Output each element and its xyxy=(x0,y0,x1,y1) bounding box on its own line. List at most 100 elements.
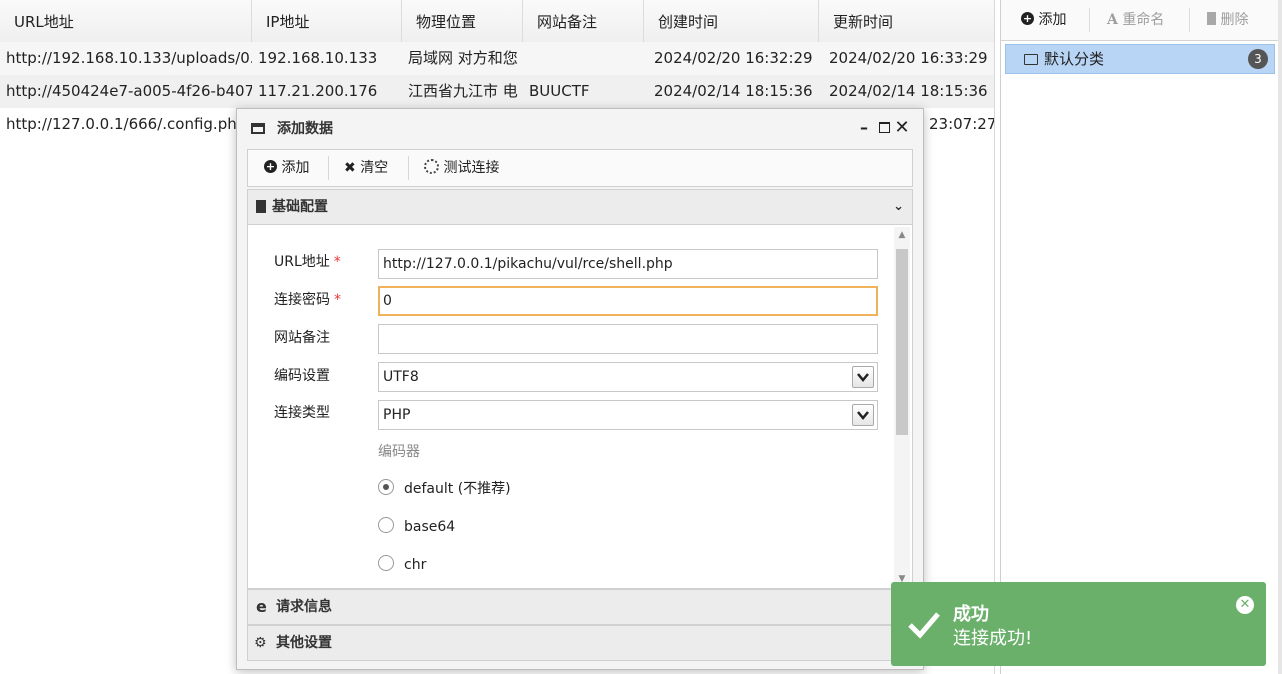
font-icon: A xyxy=(1107,12,1118,28)
column-header-created[interactable]: 创建时间 xyxy=(644,0,819,42)
chevron-down-icon[interactable] xyxy=(852,404,874,426)
toolbar-divider xyxy=(328,156,329,180)
plus-circle-icon: + xyxy=(264,159,277,173)
chevron-down-icon[interactable] xyxy=(852,366,874,388)
cell-location: 局域网 对方和您 xyxy=(408,49,518,67)
table-row[interactable]: http://450424e7-a005-4f26-b407- 117.21.2… xyxy=(0,75,994,108)
encoder-option-base64[interactable]: base64 xyxy=(378,515,455,539)
plus-circle-icon: + xyxy=(1021,11,1034,25)
password-label: 连接密码 * xyxy=(274,285,341,315)
cell-created: 2024/02/14 18:15:36 xyxy=(654,82,813,100)
cell-location: 江西省九江市 电 xyxy=(408,82,518,100)
column-header-ip[interactable]: IP地址 xyxy=(252,0,402,42)
encoder-option-label: chr xyxy=(404,557,427,573)
form-scrollbar[interactable]: ▲ ▼ xyxy=(894,227,910,585)
encoder-option-chr[interactable]: chr xyxy=(378,553,426,577)
cell-ip: 117.21.200.176 xyxy=(258,82,378,100)
cell-created: 2024/02/20 16:32:29 xyxy=(654,49,813,67)
category-rename-label: 重命名 xyxy=(1122,12,1165,28)
cell-ip: 192.168.10.133 xyxy=(258,49,378,67)
category-delete-label: 删除 xyxy=(1220,12,1249,28)
section-basic-config[interactable]: 基础配置 ⌄ xyxy=(247,189,913,225)
clear-button-label: 清空 xyxy=(360,160,389,176)
toolbar-divider xyxy=(1189,8,1190,32)
success-toast: 成功 连接成功! ✕ xyxy=(891,582,1266,666)
toast-message: 连接成功! xyxy=(953,628,1033,649)
cell-updated: 2024/02/14 18:15:36 xyxy=(829,82,988,100)
radio-icon[interactable] xyxy=(378,555,394,571)
category-rename-button[interactable]: A 重命名 xyxy=(1107,0,1164,40)
dialog-title: 添加数据 xyxy=(277,121,333,137)
category-count-badge: 3 xyxy=(1248,49,1268,69)
cell-url: http://127.0.0.1/666/.config.php xyxy=(6,115,247,133)
column-header-url[interactable]: URL地址 xyxy=(0,0,252,42)
section-request-label: 请求信息 xyxy=(276,599,332,615)
window-icon xyxy=(251,123,265,134)
clear-button[interactable]: ✖ 清空 xyxy=(344,150,388,186)
toolbar-divider xyxy=(1089,8,1090,32)
toolbar-divider xyxy=(408,156,409,180)
url-field[interactable] xyxy=(378,249,878,279)
password-field[interactable] xyxy=(378,286,878,316)
scrollbar-thumb[interactable] xyxy=(896,249,908,435)
maximize-icon[interactable] xyxy=(875,119,893,137)
basic-config-body: URL地址* 连接密码* 网站备注 编码设置 UTF8 连接类型 PHP 编码器… xyxy=(247,225,913,589)
scroll-up-icon[interactable]: ▲ xyxy=(896,229,908,241)
page-scrollbar[interactable] xyxy=(1278,0,1282,674)
close-icon[interactable]: ✕ xyxy=(1236,596,1254,614)
encoding-select[interactable]: UTF8 xyxy=(378,362,878,392)
encoder-option-label: base64 xyxy=(404,519,456,535)
column-header-updated[interactable]: 更新时间 xyxy=(819,0,994,42)
url-label: URL地址 * xyxy=(274,247,341,277)
section-request-info[interactable]: e 请求信息 xyxy=(247,589,913,625)
folder-icon xyxy=(1024,54,1038,65)
encoder-option-default[interactable]: default (不推荐) xyxy=(378,477,511,501)
dialog-titlebar[interactable]: 添加数据 – ✕ xyxy=(237,109,923,149)
test-connection-label: 测试连接 xyxy=(443,160,500,176)
minimize-icon[interactable]: – xyxy=(855,119,873,137)
note-label: 网站备注 xyxy=(274,330,330,346)
cell-url: http://192.168.10.133/uploads/0.php xyxy=(6,49,252,67)
radio-icon[interactable] xyxy=(378,517,394,533)
encoder-label: 编码器 xyxy=(378,444,420,460)
add-button[interactable]: + 添加 xyxy=(264,150,309,186)
x-icon: ✖ xyxy=(344,160,356,176)
section-other-settings[interactable]: ⚙ 其他设置 xyxy=(247,625,913,661)
category-delete-button[interactable]: 删除 xyxy=(1207,0,1248,40)
radio-selected-icon[interactable] xyxy=(378,479,394,495)
check-icon xyxy=(908,612,940,639)
cell-note xyxy=(523,42,644,75)
category-add-label: 添加 xyxy=(1038,12,1067,28)
chevron-down-icon: ⌄ xyxy=(893,199,904,214)
password-label-text: 连接密码 xyxy=(274,292,330,308)
cell-note: BUUCTF xyxy=(529,82,590,100)
cell-updated: 2024/02/20 16:33:29 xyxy=(829,49,988,67)
type-select[interactable]: PHP xyxy=(378,400,878,430)
test-connection-button[interactable]: 测试连接 xyxy=(424,150,499,186)
close-icon[interactable]: ✕ xyxy=(893,119,911,137)
table-row[interactable]: http://192.168.10.133/uploads/0.php 192.… xyxy=(0,42,994,75)
type-select-value: PHP xyxy=(383,407,411,423)
required-mark: * xyxy=(333,254,341,270)
category-item-default[interactable]: 默认分类 3 xyxy=(1005,44,1275,74)
category-item-label: 默认分类 xyxy=(1044,50,1105,68)
encoding-select-value: UTF8 xyxy=(383,369,419,385)
grid-header: URL地址 IP地址 物理位置 网站备注 创建时间 更新时间 xyxy=(0,0,994,43)
note-field[interactable] xyxy=(378,324,878,354)
column-header-note[interactable]: 网站备注 xyxy=(523,0,644,42)
required-mark: * xyxy=(334,292,341,308)
cogs-icon: ⚙ xyxy=(254,635,267,651)
encoding-label: 编码设置 xyxy=(274,368,330,384)
category-add-button[interactable]: + 添加 xyxy=(1021,0,1066,40)
encoder-option-label: default (不推荐) xyxy=(404,481,511,497)
url-label-text: URL地址 xyxy=(274,254,330,270)
dialog-toolbar: + 添加 ✖ 清空 测试连接 xyxy=(247,149,913,187)
document-icon xyxy=(256,200,266,213)
section-basic-label: 基础配置 xyxy=(272,199,328,215)
category-panel: + 添加 A 重命名 删除 默认分类 3 xyxy=(1000,0,1280,674)
column-header-location[interactable]: 物理位置 xyxy=(402,0,523,42)
cell-updated: 23:07:27 xyxy=(929,115,994,133)
type-label: 连接类型 xyxy=(274,405,330,421)
edge-icon: e xyxy=(256,597,267,616)
cell-url: http://450424e7-a005-4f26-b407- xyxy=(6,82,252,100)
